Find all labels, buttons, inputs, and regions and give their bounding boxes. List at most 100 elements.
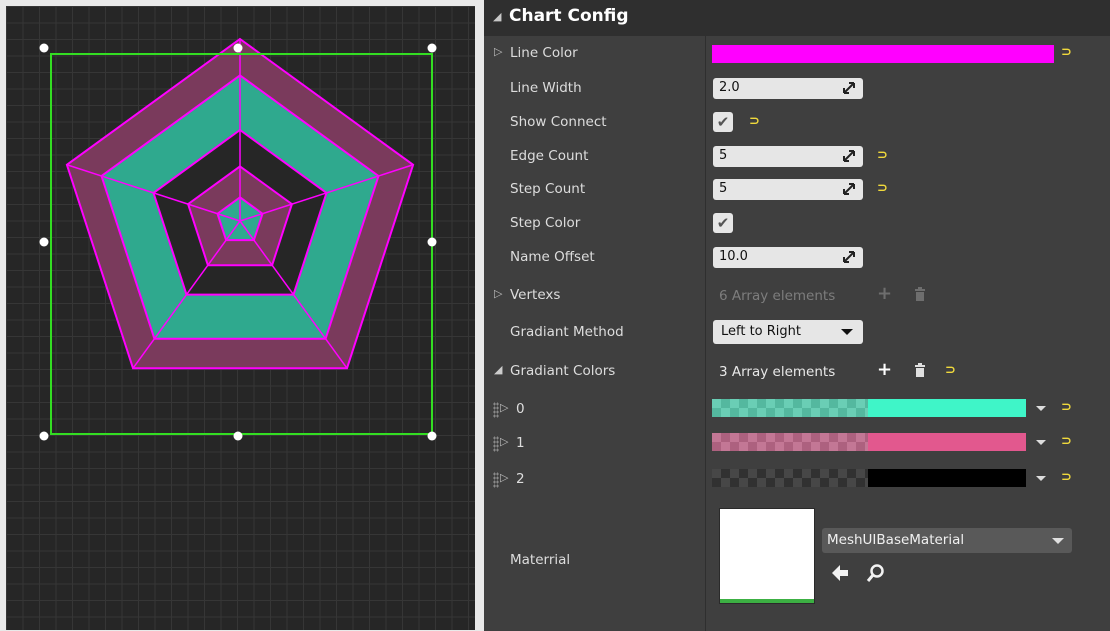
row-name-offset: Name Offset 10.0 [484,241,1110,275]
name-offset-label: Name Offset [510,249,595,265]
reset-arrow-icon[interactable]: ⊃ [877,148,888,163]
material-label: Materrial [510,552,571,568]
array-index-label: 2 [516,471,525,487]
array-index-label: 0 [516,401,525,417]
line-color-swatch[interactable] [712,45,1054,63]
edge-count-value: 5 [719,148,728,163]
chevron-down-icon[interactable] [1036,406,1046,411]
show-connect-label: Show Connect [510,114,607,130]
line-width-label: Line Width [510,80,582,96]
drag-resize-icon[interactable] [843,150,855,162]
row-step-count: Step Count 5 ⊃ [484,173,1110,207]
reset-arrow-icon[interactable]: ⊃ [877,181,888,196]
row-line-color: ▷ Line Color ⊃ [484,37,1110,71]
show-connect-checkbox[interactable]: ✔ [713,112,733,132]
material-dropdown[interactable]: MeshUIBaseMaterial [822,528,1072,553]
material-value: MeshUIBaseMaterial [827,532,965,548]
reset-arrow-icon[interactable]: ⊃ [749,114,760,129]
vertexs-label: Vertexs [510,287,561,303]
name-offset-value: 10.0 [719,249,748,264]
drag-resize-icon[interactable] [843,251,855,263]
drag-handle-icon[interactable] [493,402,499,418]
expand-arrow-icon[interactable]: ▷ [494,45,502,58]
line-width-input[interactable]: 2.0 [713,78,863,99]
chevron-down-icon [841,329,853,335]
details-panel: ◢ Chart Config ▷ Line Color ⊃ Line Width… [484,0,1110,631]
row-gradiant-colors: ◢ Gradiant Colors 3 Array elements + ⊃ [484,355,1110,389]
collapse-arrow-icon[interactable]: ◢ [494,363,502,376]
color-solid-preview [868,469,1026,487]
step-count-input[interactable]: 5 [713,179,863,200]
resize-handle[interactable] [39,43,49,53]
resize-handle[interactable] [427,237,437,247]
color-alpha-preview [712,399,868,417]
section-header[interactable]: ◢ Chart Config [484,0,1110,36]
array-index-label: 1 [516,435,525,451]
gradiant-method-dropdown[interactable]: Left to Right [713,320,863,344]
gradiant-method-label: Gradiant Method [510,324,624,340]
step-color-label: Step Color [510,215,581,231]
reset-arrow-icon[interactable]: ⊃ [1061,45,1072,60]
chart-preview-viewport[interactable] [6,6,475,630]
drag-handle-icon[interactable] [493,436,499,452]
search-icon[interactable] [866,563,886,583]
use-selected-arrow-icon[interactable] [830,563,850,583]
chevron-down-icon[interactable] [1036,476,1046,481]
step-count-value: 5 [719,181,728,196]
row-gradiant-method: Gradiant Method Left to Right [484,316,1110,350]
resize-handle[interactable] [427,431,437,441]
drag-handle-icon[interactable] [493,472,499,488]
gradiant-colors-label: Gradiant Colors [510,363,616,379]
add-element-icon[interactable]: + [877,283,892,304]
row-vertexs: ▷ Vertexs 6 Array elements + [484,279,1110,313]
collapse-caret-icon[interactable]: ◢ [493,10,501,23]
expand-arrow-icon[interactable]: ▷ [494,287,502,300]
color-swatch[interactable] [712,433,1026,451]
edge-count-input[interactable]: 5 [713,146,863,167]
color-swatch[interactable] [712,399,1026,417]
step-color-checkbox[interactable]: ✔ [713,213,733,233]
gradiant-color-item: ▷ 0 ⊃ [484,393,1110,427]
name-offset-input[interactable]: 10.0 [713,247,863,268]
step-count-label: Step Count [510,181,586,197]
material-thumbnail[interactable] [719,508,815,604]
color-solid-preview [868,399,1026,417]
row-step-color: Step Color ✔ [484,207,1110,241]
drag-resize-icon[interactable] [843,82,855,94]
reset-arrow-icon[interactable]: ⊃ [945,363,956,378]
edge-count-label: Edge Count [510,148,589,164]
color-solid-preview [868,433,1026,451]
reset-arrow-icon[interactable]: ⊃ [1061,400,1072,415]
reset-arrow-icon[interactable]: ⊃ [1061,470,1072,485]
expand-arrow-icon[interactable]: ▷ [500,471,508,484]
row-line-width: Line Width 2.0 [484,72,1110,106]
gradiant-color-item: ▷ 2 ⊃ [484,463,1110,497]
color-alpha-preview [712,469,868,487]
resize-handle[interactable] [233,43,243,53]
line-width-value: 2.0 [719,80,740,95]
resize-handle[interactable] [427,43,437,53]
add-element-icon[interactable]: + [877,359,892,380]
resize-handle[interactable] [39,237,49,247]
resize-handle[interactable] [233,431,243,441]
thumbnail-type-bar [720,599,814,603]
expand-arrow-icon[interactable]: ▷ [500,401,508,414]
reset-arrow-icon[interactable]: ⊃ [1061,434,1072,449]
vertexs-array-count: 6 Array elements [719,288,836,304]
row-edge-count: Edge Count 5 ⊃ [484,140,1110,174]
gradiant-method-value: Left to Right [721,324,802,339]
chevron-down-icon[interactable] [1036,440,1046,445]
color-alpha-preview [712,433,868,451]
drag-resize-icon[interactable] [843,183,855,195]
trash-icon[interactable] [914,287,926,301]
radar-chart-preview [39,37,437,441]
section-title: Chart Config [509,6,629,26]
chevron-down-icon [1052,538,1064,544]
row-show-connect: Show Connect ✔ ⊃ [484,106,1110,140]
color-swatch[interactable] [712,469,1026,487]
trash-icon[interactable] [914,363,926,377]
gradiant-color-item: ▷ 1 ⊃ [484,427,1110,461]
editor-window: ◢ Chart Config ▷ Line Color ⊃ Line Width… [0,0,1110,631]
expand-arrow-icon[interactable]: ▷ [500,435,508,448]
resize-handle[interactable] [39,431,49,441]
